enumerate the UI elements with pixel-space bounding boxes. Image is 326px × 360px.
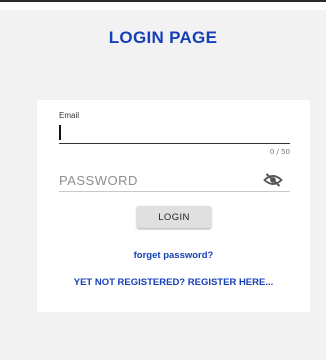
text-caret	[59, 125, 61, 140]
status-bar	[0, 0, 326, 10]
login-card: Email 0 / 50 LOGIN forget password? YET …	[37, 100, 310, 312]
email-label: Email	[59, 111, 80, 120]
email-field[interactable]	[59, 122, 290, 144]
login-button[interactable]: LOGIN	[137, 206, 211, 228]
eye-off-icon[interactable]	[263, 173, 283, 187]
password-field[interactable]	[59, 170, 290, 192]
register-link[interactable]: YET NOT REGISTERED? REGISTER HERE...	[57, 277, 290, 288]
forget-password-link[interactable]: forget password?	[37, 250, 310, 261]
page-title: LOGIN PAGE	[108, 28, 218, 47]
email-char-counter: 0 / 50	[269, 148, 290, 156]
